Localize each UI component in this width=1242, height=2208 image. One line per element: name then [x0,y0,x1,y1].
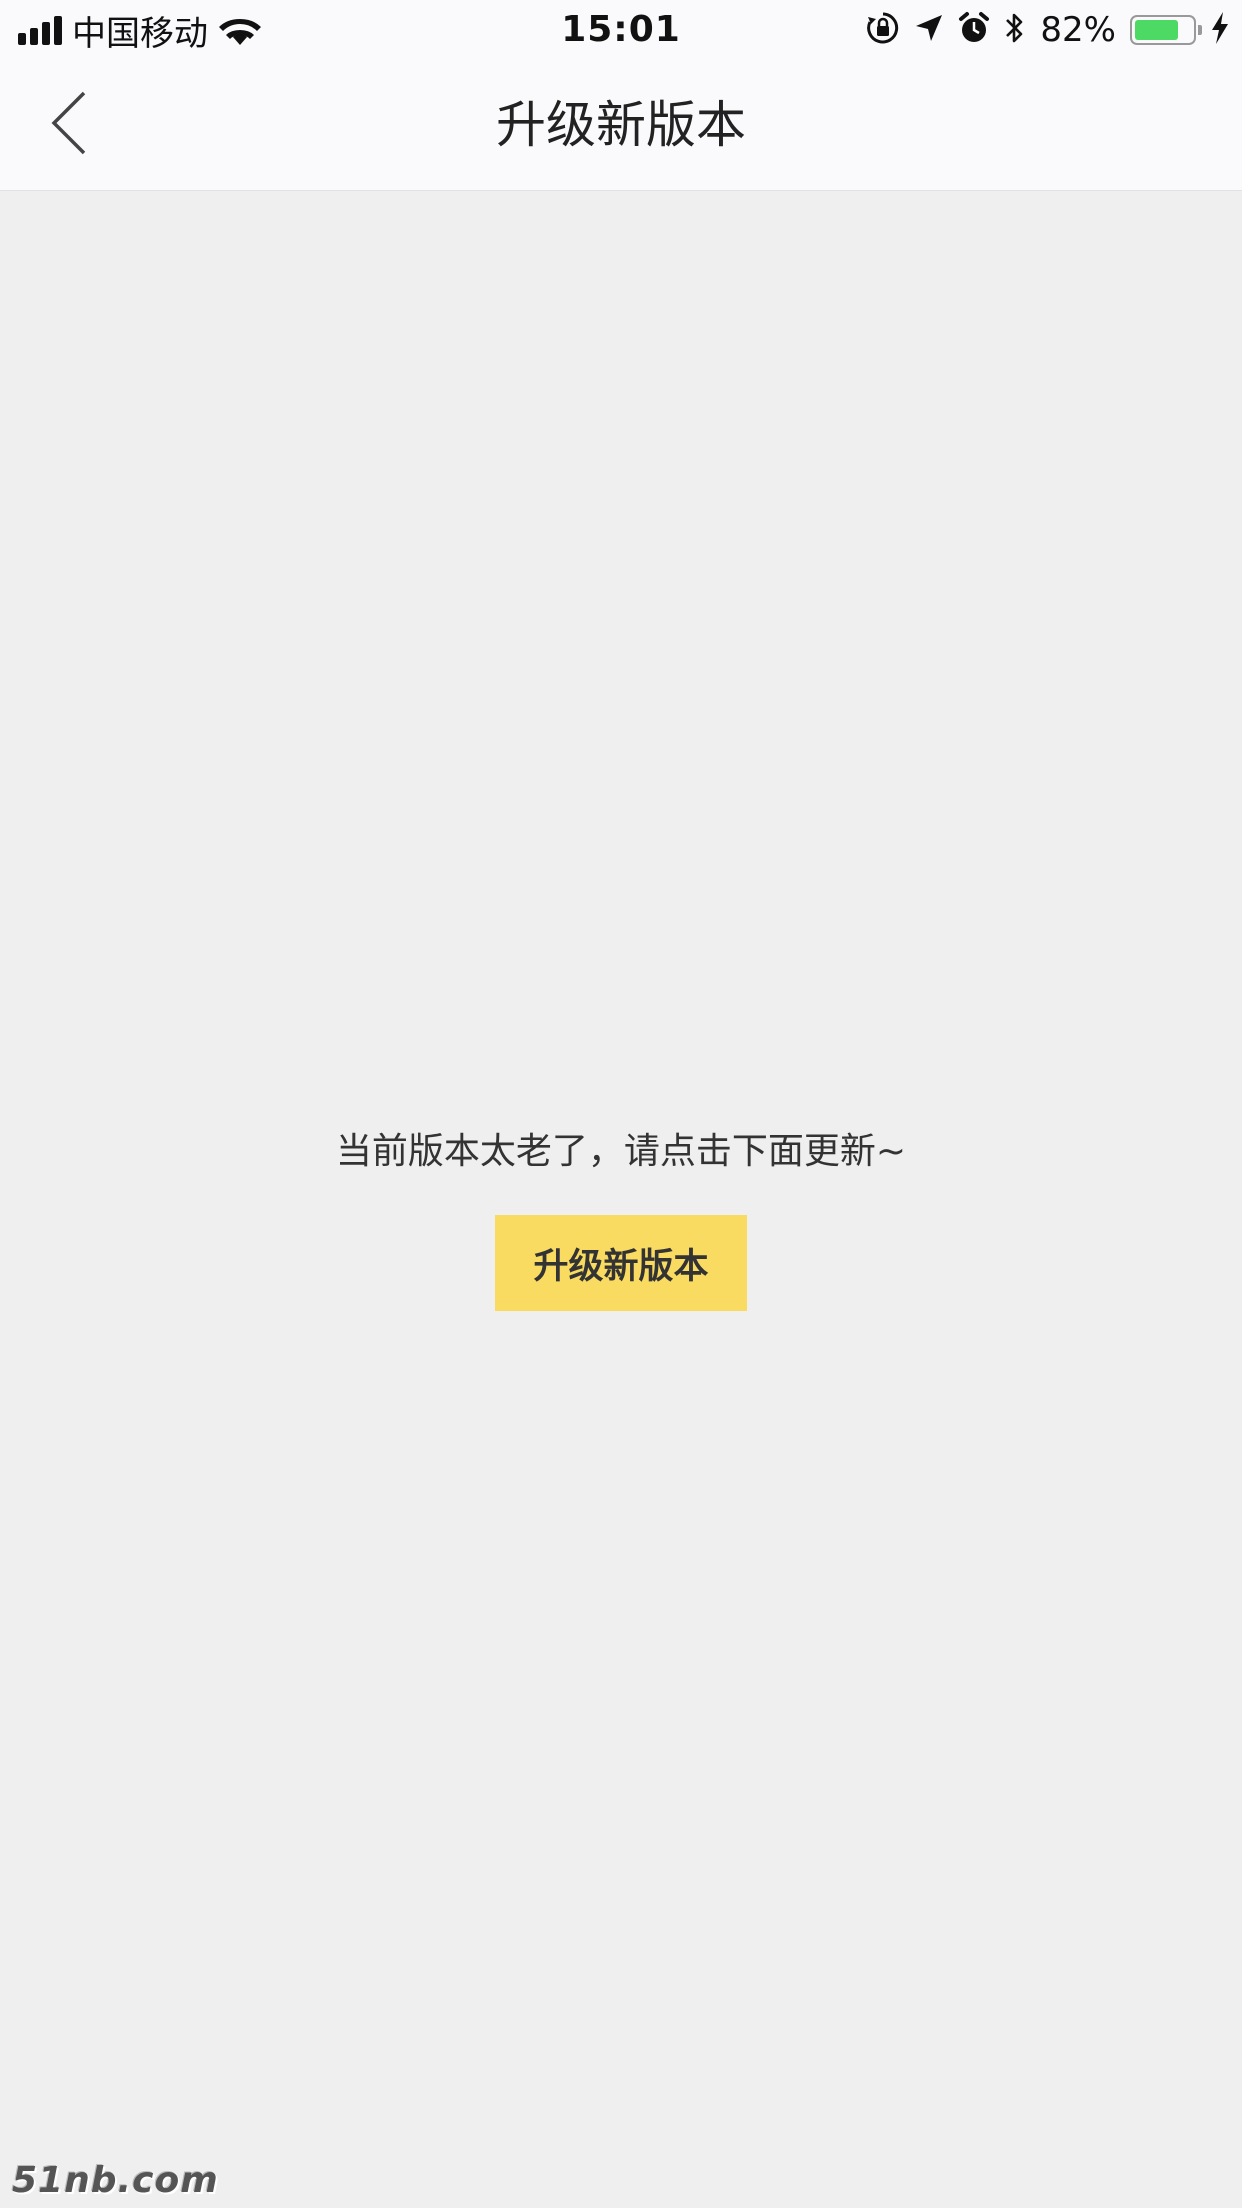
status-bar: 中国移动 15:01 82% [0,0,1242,60]
battery-fill [1135,20,1178,40]
location-arrow-icon [914,13,944,47]
chevron-left-icon [50,91,90,159]
watermark-logo: 51nb.com [12,2160,219,2201]
orientation-lock-icon [866,11,900,49]
back-button[interactable] [30,90,110,160]
bluetooth-icon [1004,10,1026,50]
charging-bolt-icon [1210,11,1230,49]
page-title: 升级新版本 [496,96,746,154]
battery-icon [1130,15,1202,45]
navigation-bar: 升级新版本 [0,60,1242,191]
battery-nub [1198,25,1202,35]
alarm-icon [958,11,990,49]
outdated-version-message: 当前版本太老了，请点击下面更新~ [335,1131,907,1172]
upgrade-button[interactable]: 升级新版本 [495,1215,747,1311]
battery-percent: 82% [1040,10,1116,50]
status-bar-right: 82% [866,8,1230,52]
